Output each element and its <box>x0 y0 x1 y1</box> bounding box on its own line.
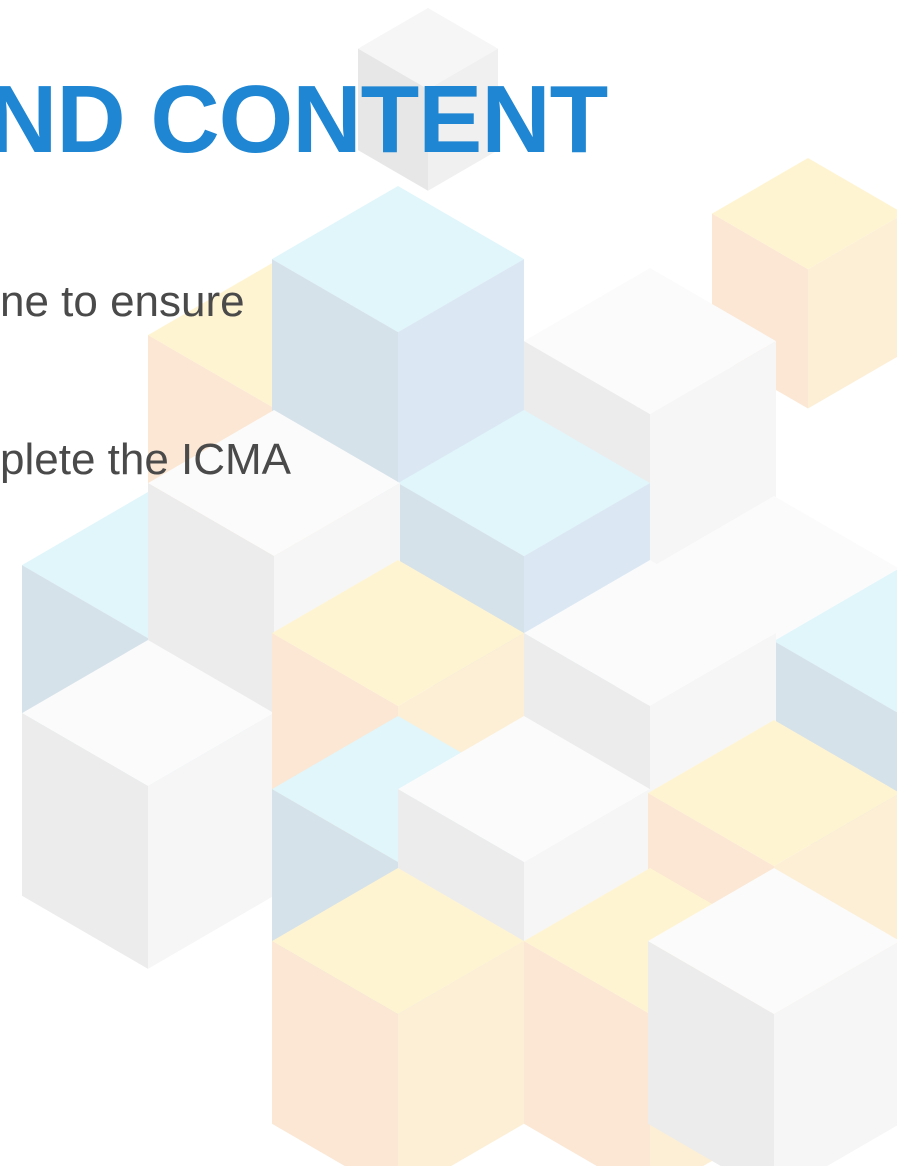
bullet-text-1: ne to ensure <box>0 277 245 326</box>
bullet-text-2: plete the ICMA <box>0 435 292 484</box>
decorative-cube-stack <box>22 8 897 1166</box>
slide-heading: ND CONTENT <box>0 66 608 173</box>
